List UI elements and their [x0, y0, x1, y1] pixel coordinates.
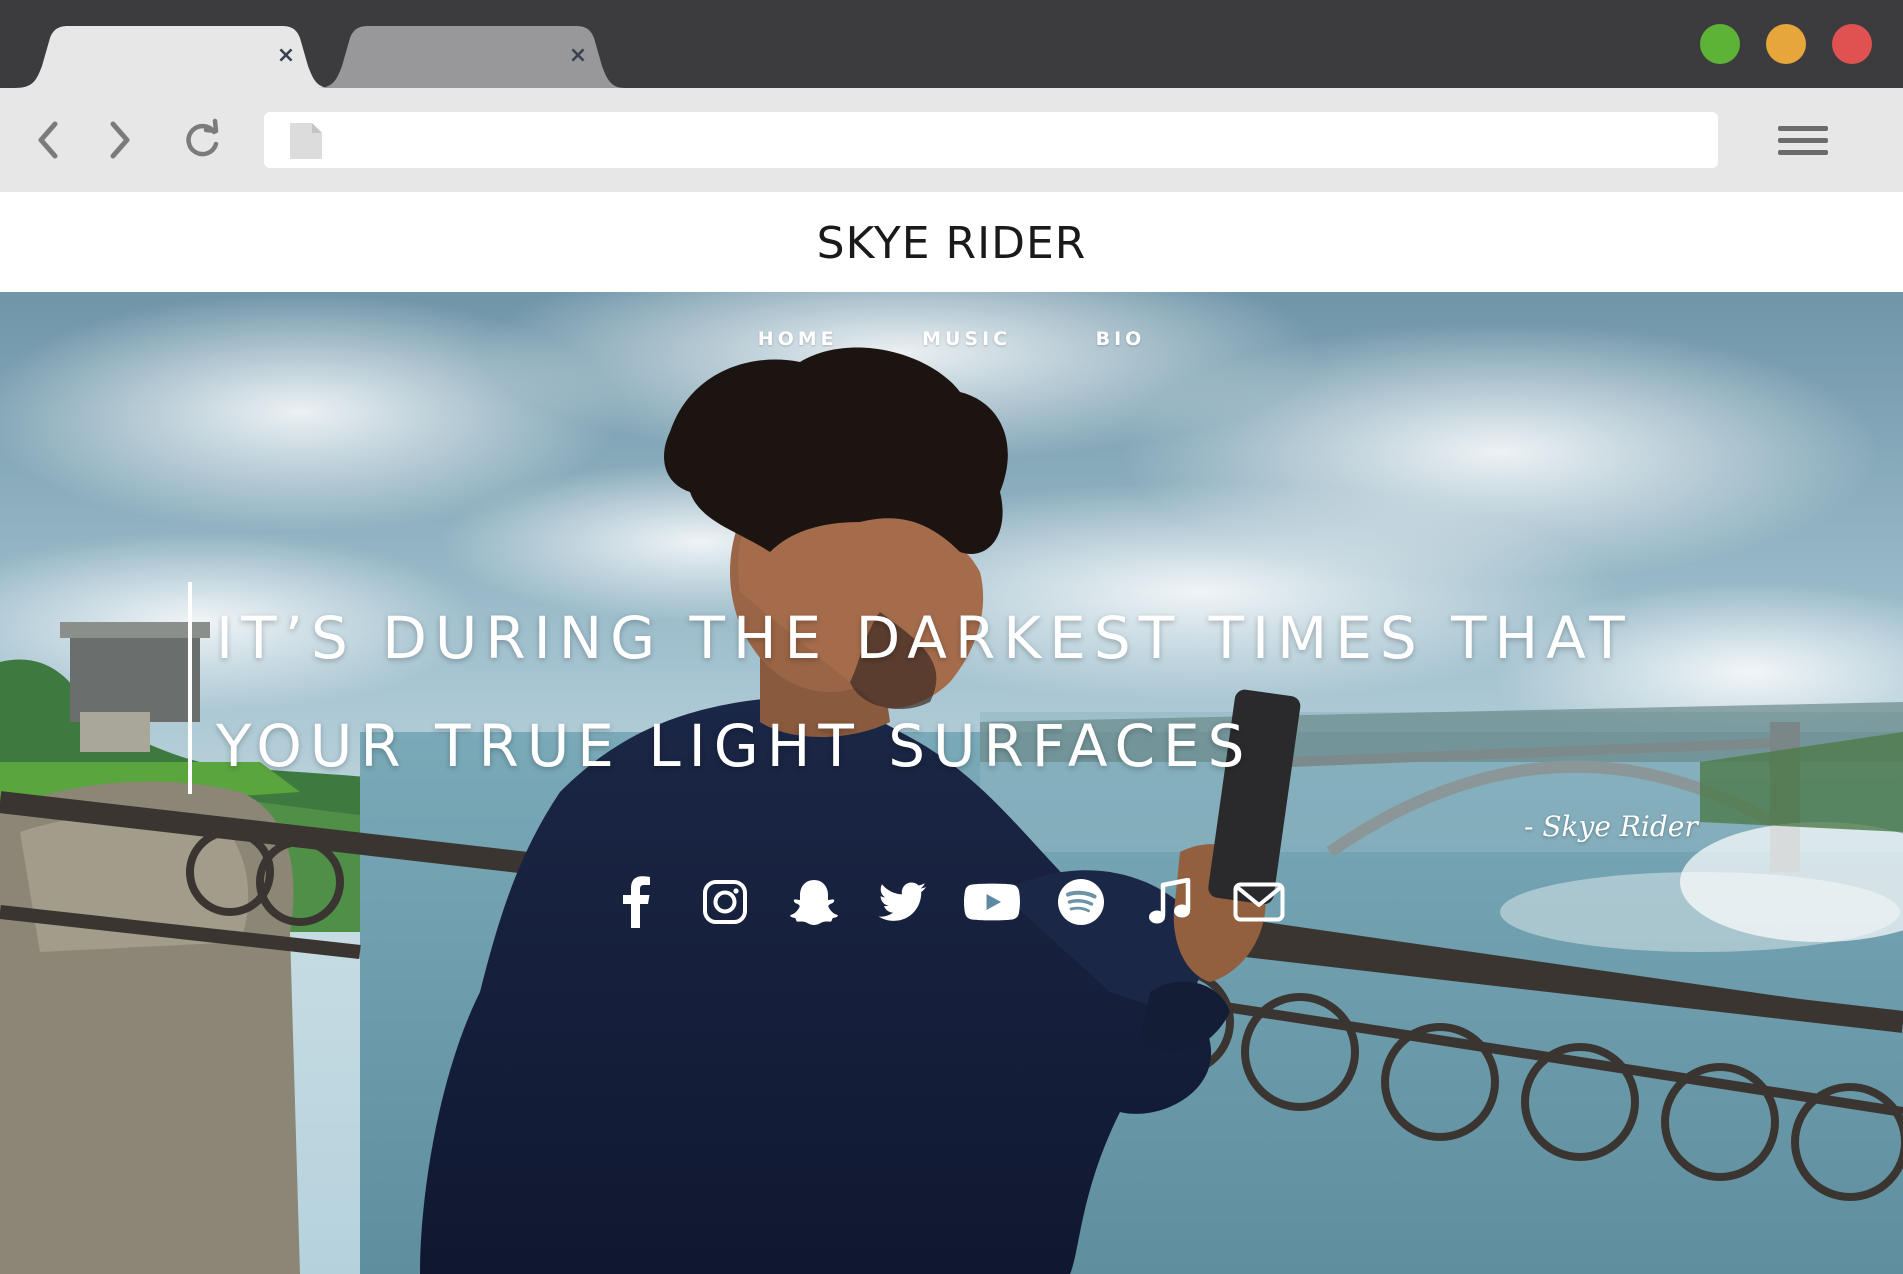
- reload-icon: [186, 118, 219, 157]
- music-note-icon: [1149, 878, 1191, 924]
- hamburger-menu-icon: [1778, 126, 1828, 131]
- instagram-link[interactable]: [695, 872, 755, 932]
- twitter-link[interactable]: [873, 872, 933, 932]
- nav-bio[interactable]: BIO: [1096, 328, 1146, 350]
- hero-section: HOME MUSIC BIO IT’S DURING THE DARKEST T…: [0, 292, 1903, 1274]
- twitter-icon: [879, 882, 926, 921]
- social-links: [606, 872, 1318, 932]
- tab-active[interactable]: ×: [14, 26, 332, 88]
- minimize-button[interactable]: [1766, 24, 1806, 64]
- chevron-left-icon: [38, 121, 58, 159]
- quote-accent-bar: [188, 582, 192, 794]
- email-icon: [1233, 882, 1285, 922]
- facebook-link[interactable]: [606, 872, 666, 932]
- page-icon: [290, 123, 322, 159]
- tab-strip: × ×: [0, 0, 1903, 88]
- site-header: SKYE RIDER: [0, 192, 1903, 292]
- nav-home[interactable]: HOME: [758, 328, 838, 350]
- forward-button[interactable]: [98, 118, 142, 162]
- tab-close-icon[interactable]: ×: [566, 44, 590, 68]
- tab-inactive[interactable]: ×: [316, 26, 626, 88]
- snapchat-icon: [790, 880, 838, 925]
- address-bar[interactable]: [264, 112, 1718, 168]
- hamburger-menu-icon: [1778, 138, 1828, 143]
- url-input[interactable]: [340, 120, 1704, 162]
- quote-attribution: - Skye Rider: [1524, 810, 1698, 843]
- back-button[interactable]: [26, 118, 70, 162]
- browser-window: × × SKYE RIDER HOME MUSIC BIO IT’S DURIN…: [0, 0, 1903, 1274]
- quote-line-2: YOUR TRUE LIGHT SURFACES: [216, 712, 1253, 780]
- menu-button[interactable]: [1778, 126, 1828, 156]
- quote-line-1: IT’S DURING THE DARKEST TIMES THAT: [216, 604, 1633, 672]
- youtube-link[interactable]: [962, 872, 1022, 932]
- browser-toolbar: [0, 88, 1903, 192]
- hamburger-menu-icon: [1778, 150, 1828, 155]
- maximize-button[interactable]: [1700, 24, 1740, 64]
- site-nav: HOME MUSIC BIO: [0, 328, 1903, 350]
- close-window-button[interactable]: [1832, 24, 1872, 64]
- facebook-icon: [623, 876, 650, 928]
- instagram-icon: [703, 880, 747, 924]
- youtube-icon: [964, 883, 1020, 921]
- reload-button[interactable]: [180, 118, 224, 162]
- spotify-icon: [1058, 879, 1104, 925]
- site-title[interactable]: SKYE RIDER: [817, 218, 1087, 269]
- email-link[interactable]: [1229, 872, 1289, 932]
- snapchat-link[interactable]: [784, 872, 844, 932]
- nav-music[interactable]: MUSIC: [922, 328, 1011, 350]
- hero-quote: IT’S DURING THE DARKEST TIMES THAT YOUR …: [216, 584, 1636, 800]
- tab-close-icon[interactable]: ×: [274, 44, 298, 68]
- chevron-right-icon: [110, 121, 130, 159]
- music-link[interactable]: [1140, 872, 1200, 932]
- spotify-link[interactable]: [1051, 872, 1111, 932]
